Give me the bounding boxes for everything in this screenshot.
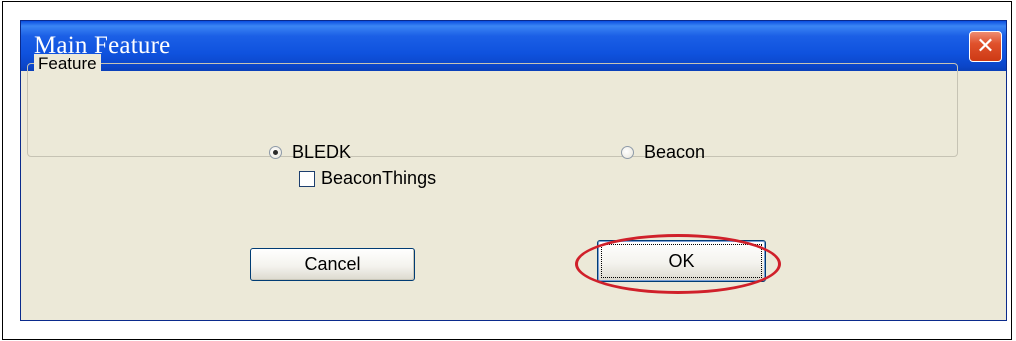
radio-option-beacon[interactable]: Beacon [621,142,705,163]
cancel-button-label: Cancel [304,254,361,274]
close-button[interactable]: ✕ [969,31,1002,62]
radio-button-beacon[interactable] [621,146,634,159]
checkbox-beaconthings[interactable]: BeaconThings [299,168,436,189]
radio-label-beacon: Beacon [644,142,706,162]
highlight-ellipse-annotation [575,234,781,294]
feature-groupbox [27,63,958,157]
checkbox-box[interactable] [299,170,315,187]
checkbox-label-beaconthings: BeaconThings [321,168,437,188]
radio-selected-dot [273,150,278,155]
radio-button-bledk[interactable] [269,146,282,159]
close-icon: ✕ [976,33,995,59]
feature-groupbox-label: Feature [34,54,101,74]
radio-label-bledk: BLEDK [292,142,352,162]
cancel-button[interactable]: Cancel [250,248,415,281]
radio-option-bledk[interactable]: BLEDK [269,142,351,163]
